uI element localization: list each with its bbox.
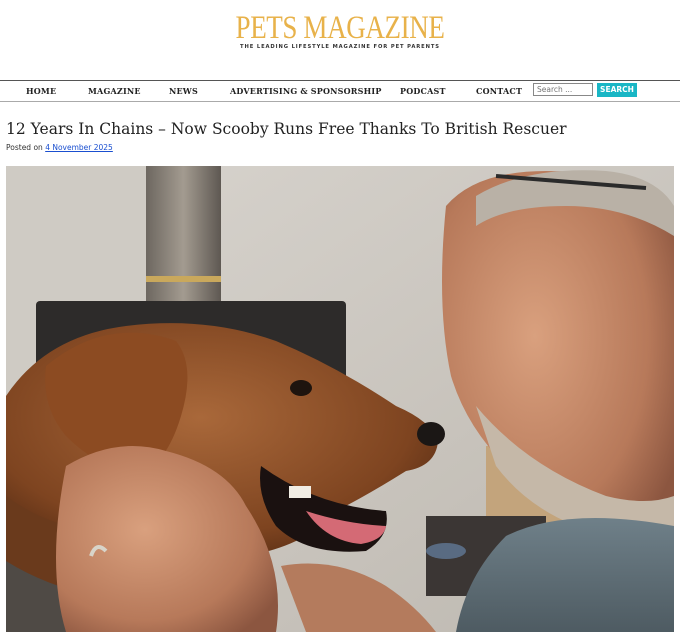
nav-item-contact[interactable]: CONTACT xyxy=(476,86,522,96)
article-title: 12 Years In Chains – Now Scooby Runs Fre… xyxy=(6,120,567,138)
nav-item-home[interactable]: HOME xyxy=(26,86,56,96)
search-input[interactable] xyxy=(533,83,593,96)
site-logo[interactable]: PETS MAGAZINE xyxy=(61,10,619,47)
article-hero-image xyxy=(6,166,674,632)
site-tagline: THE LEADING LIFESTYLE MAGAZINE FOR PET P… xyxy=(240,44,440,50)
article-date-link[interactable]: 4 November 2025 xyxy=(45,143,113,152)
nav-item-magazine[interactable]: MAGAZINE xyxy=(88,86,141,96)
posted-on-label: Posted on xyxy=(6,143,43,152)
hero-photo xyxy=(6,166,674,632)
nav-item-advertising-sponsorship[interactable]: ADVERTISING & SPONSORSHIP xyxy=(230,86,382,96)
article-meta: Posted on 4 November 2025 xyxy=(6,143,113,152)
nav-item-news[interactable]: NEWS xyxy=(169,86,198,96)
nav-item-podcast[interactable]: PODCAST xyxy=(400,86,446,96)
masthead: PETS MAGAZINE THE LEADING LIFESTYLE MAGA… xyxy=(0,0,680,80)
search-button[interactable]: SEARCH xyxy=(597,83,637,97)
